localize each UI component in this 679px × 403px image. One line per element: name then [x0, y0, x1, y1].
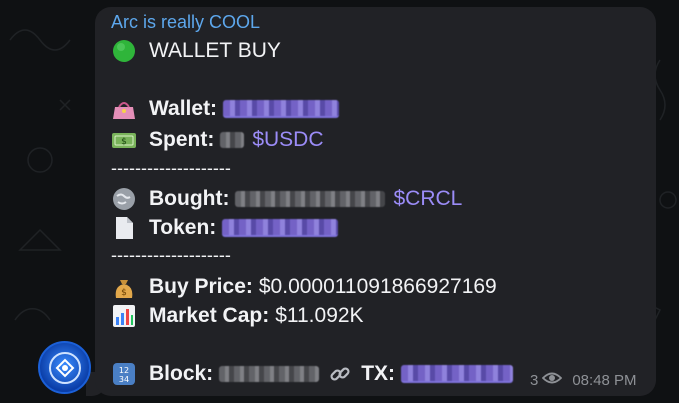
wallet-line: Wallet: [111, 96, 347, 122]
svg-text:12: 12 [119, 366, 129, 375]
message-meta: 3 08:48 PM [530, 371, 637, 389]
svg-text:$: $ [121, 137, 127, 147]
eye-icon [542, 371, 563, 389]
green-circle-icon [111, 38, 137, 64]
separator-2: -------------------- [111, 245, 231, 265]
market-cap-value: $11.092K [275, 304, 364, 327]
block-label: Block: [149, 362, 214, 385]
view-count: 3 [530, 371, 539, 389]
globe-icon [111, 186, 137, 212]
spent-token-link[interactable]: $USDC [252, 128, 323, 152]
message-title: WALLET BUY [149, 39, 281, 62]
svg-text:$: $ [121, 288, 127, 298]
sender-name[interactable]: Arc is really COOL [111, 12, 260, 33]
token-address-link[interactable] [222, 219, 339, 237]
message-time: 08:48 PM [572, 371, 637, 389]
dollar-banknote-icon: $ [111, 127, 137, 153]
title-line: WALLET BUY [111, 38, 281, 64]
token-line: Token: [111, 215, 346, 241]
buy-price-label: Buy Price: [149, 275, 253, 298]
bought-line: Bought: $CRCL [111, 186, 462, 212]
market-cap-line: Market Cap: $11.092K [111, 303, 364, 329]
sender-avatar[interactable] [38, 341, 91, 394]
numbers-input-icon: 12 34 [111, 361, 137, 387]
money-bag-icon: $ [111, 274, 137, 300]
bought-token-link[interactable]: $CRCL [393, 187, 462, 211]
wallet-label: Wallet: [149, 97, 218, 120]
tx-label: TX: [361, 362, 396, 385]
svg-text:34: 34 [119, 375, 129, 384]
block-line: 12 34 Block: TX: [111, 361, 521, 387]
document-icon [111, 215, 137, 241]
spent-amount-redacted [220, 132, 245, 148]
spent-line: $ Spent: $USDC [111, 127, 324, 153]
buy-price-line: $ Buy Price: $0.000011091866927169 [111, 274, 497, 300]
market-cap-label: Market Cap: [149, 304, 270, 327]
separator-1: -------------------- [111, 158, 231, 178]
spent-label: Spent: [149, 128, 215, 151]
bought-label: Bought: [149, 187, 230, 210]
link-icon [327, 361, 353, 387]
bought-amount-redacted [235, 191, 386, 207]
buy-price-value: $0.000011091866927169 [258, 275, 497, 298]
purse-icon [111, 96, 137, 122]
chart-increasing-icon [111, 303, 137, 329]
block-number-redacted [219, 366, 320, 382]
tx-hash-link[interactable] [401, 365, 514, 383]
wallet-address-link[interactable] [223, 100, 340, 118]
token-label: Token: [149, 216, 217, 239]
